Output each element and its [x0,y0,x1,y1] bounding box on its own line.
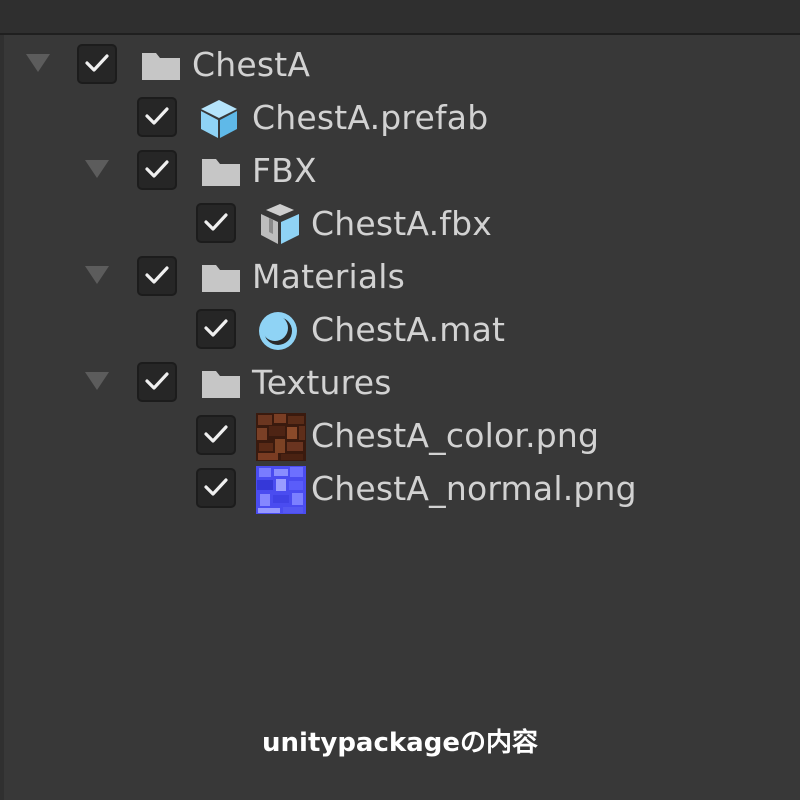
material-sphere-icon [257,310,299,350]
image-caption: unitypackageの内容 [262,728,538,758]
texture-normal-thumbnail [256,466,306,514]
tree-row-chesta-mat[interactable]: ChestA.mat [0,303,800,356]
tree-row-chesta-prefab[interactable]: ChestA.prefab [0,91,800,144]
checkbox-chesta-color-png[interactable] [196,415,236,455]
tree-item-label: ChestA [192,45,311,84]
checkbox-chesta-normal-png[interactable] [196,468,236,508]
tree-item-label: ChestA.prefab [252,98,489,137]
checkbox-chesta-fbx[interactable] [196,203,236,243]
expand-caret-icon[interactable] [85,160,109,178]
expand-caret-icon[interactable] [85,266,109,284]
tree-row-chesta-fbx[interactable]: ChestA.fbx [0,197,800,250]
checkbox-materials-folder[interactable] [137,256,177,296]
tree-item-label: ChestA.mat [311,310,506,349]
tree-item-label: FBX [252,151,317,190]
tree-item-label: Materials [252,257,406,296]
tree-row-materials-folder[interactable]: Materials [0,250,800,303]
folder-icon [140,45,182,85]
tree-item-label: ChestA.fbx [311,204,492,243]
texture-color-thumbnail [256,413,306,461]
tree-row-chesta-color-png[interactable]: ChestA_color.png [0,409,800,462]
checkbox-chesta-mat[interactable] [196,309,236,349]
checkbox-chesta-folder[interactable] [77,44,117,84]
checkbox-chesta-prefab[interactable] [137,97,177,137]
tree-row-chesta-normal-png[interactable]: ChestA_normal.png [0,462,800,515]
tree-row-fbx-folder[interactable]: FBX [0,144,800,197]
tree-item-label: Textures [252,363,392,402]
expand-caret-icon[interactable] [26,54,50,72]
tree-item-label: ChestA_color.png [311,416,600,455]
folder-icon [200,257,242,297]
tree-item-label: ChestA_normal.png [311,469,637,508]
expand-caret-icon[interactable] [85,372,109,390]
window-header-bar [0,0,800,35]
checkbox-textures-folder[interactable] [137,362,177,402]
prefab-cube-icon [198,98,240,138]
package-contents-tree: ChestA ChestA.prefab FBX ChestA.fbx Mate… [0,38,800,515]
checkbox-fbx-folder[interactable] [137,150,177,190]
tree-row-chesta-folder[interactable]: ChestA [0,38,800,91]
folder-icon [200,363,242,403]
model-fbx-icon [258,204,300,244]
tree-row-textures-folder[interactable]: Textures [0,356,800,409]
folder-icon [200,151,242,191]
